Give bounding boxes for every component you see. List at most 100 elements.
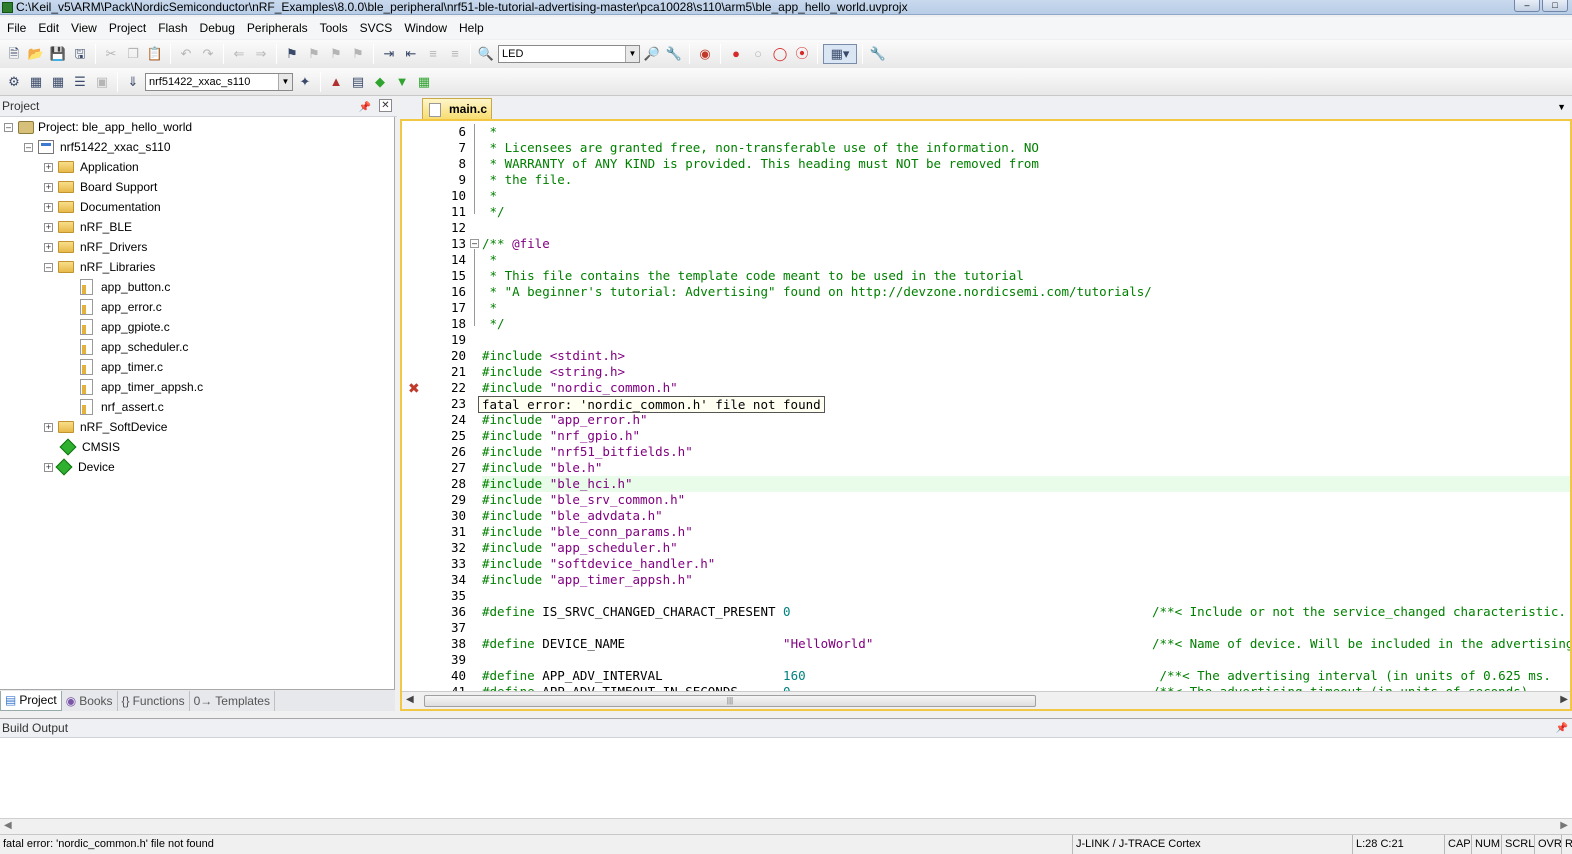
chevron-down-icon[interactable]: ▼ bbox=[1557, 102, 1566, 112]
tree-item-group[interactable]: + Application bbox=[44, 157, 139, 177]
translate-icon[interactable]: ⚙ bbox=[4, 72, 24, 92]
new-file-icon[interactable]: 🗎 bbox=[4, 44, 24, 64]
build-icon[interactable]: ▦ bbox=[26, 72, 46, 92]
navigate-forward-icon[interactable]: ⇒ bbox=[251, 44, 271, 64]
tab-templates[interactable]: 0→ Templates bbox=[190, 690, 275, 711]
tree-item-group[interactable]: + Board Support bbox=[44, 177, 157, 197]
code-line[interactable] bbox=[482, 588, 1570, 604]
close-icon[interactable]: ✕ bbox=[379, 99, 392, 112]
tree-item-file[interactable]: nrf_assert.c bbox=[80, 397, 164, 417]
code-line[interactable]: */ bbox=[482, 316, 1570, 332]
find-in-files-icon[interactable]: 🔍 bbox=[476, 44, 496, 64]
build-output-area[interactable] bbox=[0, 738, 1572, 818]
prev-bookmark-icon[interactable]: ⚑ bbox=[304, 44, 324, 64]
kill-breakpoints-icon[interactable]: ⦿ bbox=[792, 44, 812, 64]
expand-icon[interactable]: + bbox=[44, 162, 53, 172]
code-line[interactable]: #include <stdint.h> bbox=[482, 348, 1570, 364]
code-line[interactable]: #include "ble_srv_common.h" bbox=[482, 492, 1570, 508]
tree-item-group[interactable]: – nRF_Libraries bbox=[44, 257, 155, 277]
expand-icon[interactable]: + bbox=[44, 182, 53, 192]
configure-icon[interactable]: 🔧 bbox=[868, 44, 888, 64]
tab-functions[interactable]: {} Functions bbox=[118, 690, 190, 711]
tree-item-component[interactable]: CMSIS bbox=[58, 437, 120, 457]
tree-item-component[interactable]: + Device bbox=[44, 457, 115, 477]
code-line[interactable]: * bbox=[482, 188, 1570, 204]
stop-build-icon[interactable]: ▣ bbox=[92, 72, 112, 92]
expand-icon[interactable]: + bbox=[44, 242, 53, 252]
select-packs-icon[interactable]: ▦ bbox=[414, 72, 434, 92]
code-line[interactable]: #define APP_ADV_INTERVAL 160 /**< The ad… bbox=[482, 668, 1570, 684]
tab-project[interactable]: ▤ Project bbox=[0, 690, 62, 711]
code-line[interactable] bbox=[482, 652, 1570, 668]
tree-item-file[interactable]: app_scheduler.c bbox=[80, 337, 188, 357]
next-bookmark-icon[interactable]: ⚑ bbox=[326, 44, 346, 64]
menu-debug[interactable]: Debug bbox=[194, 18, 241, 38]
menu-help[interactable]: Help bbox=[453, 18, 490, 38]
save-all-icon[interactable]: 🖫 bbox=[70, 44, 90, 64]
minimize-button[interactable]: – bbox=[1514, 0, 1540, 12]
cut-icon[interactable]: ✂ bbox=[101, 44, 121, 64]
redo-icon[interactable]: ↷ bbox=[198, 44, 218, 64]
collapse-icon[interactable]: – bbox=[44, 262, 53, 272]
tree-item-project-root[interactable]: – Project: ble_app_hello_world bbox=[4, 117, 192, 137]
error-icon[interactable]: ✖ bbox=[408, 380, 420, 396]
comment-icon[interactable]: ≡ bbox=[423, 44, 443, 64]
code-line[interactable]: #define DEVICE_NAME "HelloWorld" /**< Nam… bbox=[482, 636, 1570, 652]
rebuild-icon[interactable]: ▦ bbox=[48, 72, 68, 92]
code-line[interactable]: #include "app_timer_appsh.h" bbox=[482, 572, 1570, 588]
menu-peripherals[interactable]: Peripherals bbox=[241, 18, 314, 38]
code-line[interactable]: * bbox=[482, 252, 1570, 268]
code-line[interactable]: * bbox=[482, 300, 1570, 316]
save-icon[interactable]: 💾 bbox=[48, 44, 68, 64]
code-line[interactable] bbox=[482, 220, 1570, 236]
fold-collapse-icon[interactable]: – bbox=[470, 239, 479, 248]
navigate-back-icon[interactable]: ⇐ bbox=[229, 44, 249, 64]
code-line[interactable]: * bbox=[482, 124, 1570, 140]
tree-item-group[interactable]: + Documentation bbox=[44, 197, 161, 217]
tree-item-group[interactable]: + nRF_Drivers bbox=[44, 237, 147, 257]
target-options-icon[interactable]: ✦ bbox=[295, 72, 315, 92]
batch-build-icon[interactable]: ☰ bbox=[70, 72, 90, 92]
build-output-scrollbar[interactable]: ◀ ▶ bbox=[0, 818, 1572, 834]
uncomment-icon[interactable]: ≡ bbox=[445, 44, 465, 64]
copy-icon[interactable]: ❐ bbox=[123, 44, 143, 64]
tree-item-file[interactable]: app_gpiote.c bbox=[80, 317, 170, 337]
chevron-down-icon[interactable]: ▼ bbox=[278, 73, 292, 90]
indent-icon[interactable]: ⇥ bbox=[379, 44, 399, 64]
target-combo[interactable]: nrf51422_xxac_s110 ▼ bbox=[145, 72, 293, 91]
menu-svcs[interactable]: SVCS bbox=[354, 18, 399, 38]
code-line[interactable]: * "A beginner's tutorial: Advertising" f… bbox=[482, 284, 1570, 300]
menu-window[interactable]: Window bbox=[398, 18, 453, 38]
breakpoint-gutter[interactable] bbox=[402, 121, 426, 709]
code-line[interactable]: #include "app_error.h" bbox=[482, 412, 1570, 428]
expand-icon[interactable]: + bbox=[44, 202, 53, 212]
tab-main-c[interactable]: main.c bbox=[422, 98, 492, 119]
menu-view[interactable]: View bbox=[65, 18, 103, 38]
find-icon[interactable]: 🔎 bbox=[642, 44, 662, 64]
code-line[interactable]: #include "ble.h" bbox=[482, 460, 1570, 476]
code-line[interactable]: */ bbox=[482, 204, 1570, 220]
code-line[interactable]: * WARRANTY of ANY KIND is provided. This… bbox=[482, 156, 1570, 172]
collapse-icon[interactable]: – bbox=[4, 122, 13, 132]
debug-session-icon[interactable]: ◉ bbox=[695, 44, 715, 64]
expand-icon[interactable]: + bbox=[44, 462, 53, 472]
insert-breakpoint-icon[interactable]: ● bbox=[726, 44, 746, 64]
scroll-right-icon[interactable]: ▶ bbox=[1560, 694, 1568, 705]
tree-item-target[interactable]: – nrf51422_xxac_s110 bbox=[24, 137, 171, 157]
scroll-right-icon[interactable]: ▶ bbox=[1560, 820, 1568, 831]
code-line[interactable]: * This file contains the template code m… bbox=[482, 268, 1570, 284]
expand-icon[interactable]: + bbox=[44, 422, 53, 432]
code-line[interactable]: #include "nrf_gpio.h" bbox=[482, 428, 1570, 444]
menu-flash[interactable]: Flash bbox=[152, 18, 193, 38]
scroll-left-icon[interactable]: ◀ bbox=[4, 820, 12, 831]
code-line[interactable]: #include <string.h> bbox=[482, 364, 1570, 380]
code-line[interactable]: #include "nordic_common.h" bbox=[482, 380, 1570, 396]
open-file-icon[interactable]: 📂 bbox=[26, 44, 46, 64]
chevron-down-icon[interactable]: ▼ bbox=[625, 46, 639, 62]
code-line[interactable]: /** @file bbox=[482, 236, 1570, 252]
collapse-icon[interactable]: – bbox=[24, 142, 33, 152]
find-combo[interactable]: LED ▼ bbox=[498, 45, 640, 63]
expand-icon[interactable]: + bbox=[44, 222, 53, 232]
code-line[interactable]: #include "nrf51_bitfields.h" bbox=[482, 444, 1570, 460]
code-line[interactable]: #include "ble_conn_params.h" bbox=[482, 524, 1570, 540]
